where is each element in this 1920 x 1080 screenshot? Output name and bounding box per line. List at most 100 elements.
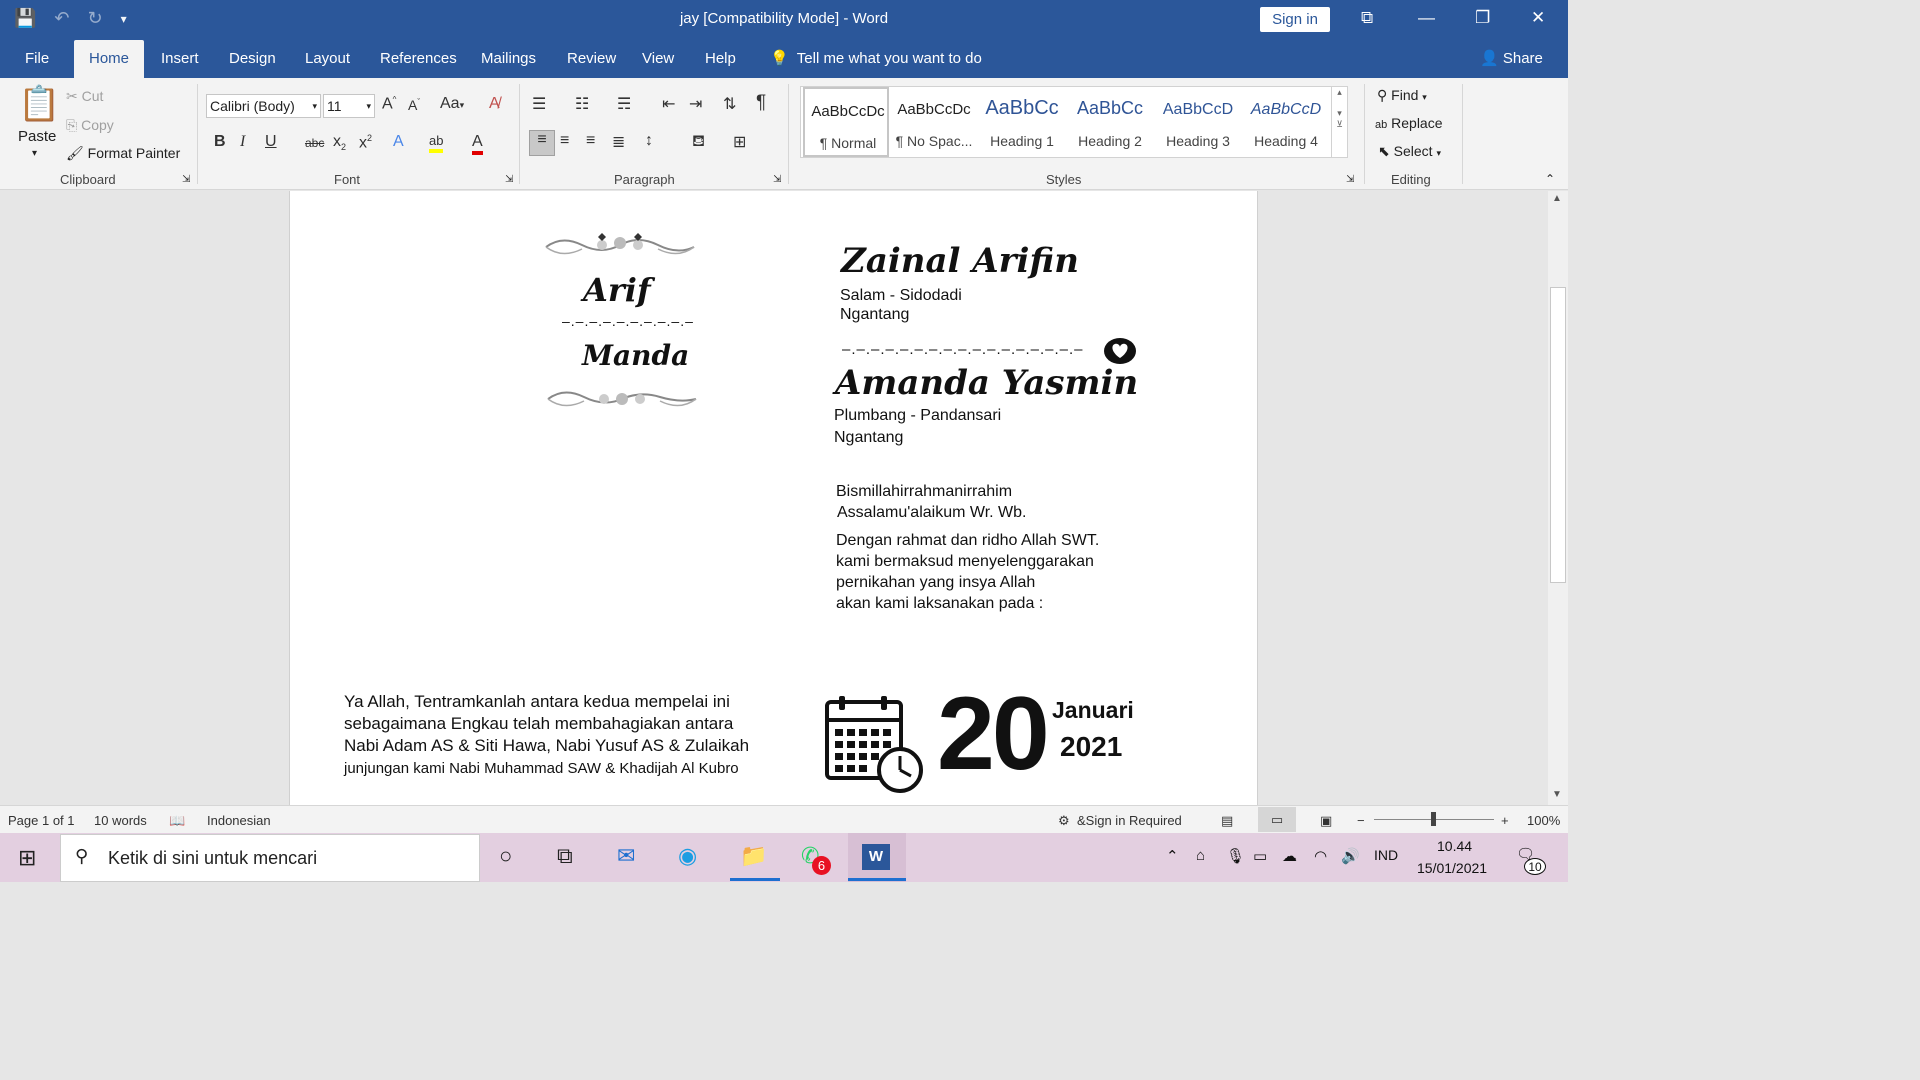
numbering-icon[interactable]: ☷ (575, 94, 589, 114)
print-layout-icon[interactable]: ▭ (1258, 807, 1296, 832)
task-view-icon[interactable]: ⧉ (557, 843, 573, 869)
tab-home[interactable]: Home (74, 40, 145, 78)
decrease-indent-icon[interactable]: ⇤ (662, 94, 675, 114)
font-launcher-icon[interactable]: ⇲ (505, 174, 513, 185)
style-heading-4[interactable]: AaBbCcD Heading 4 (1243, 87, 1329, 157)
show-formatting-icon[interactable]: ¶ (756, 92, 766, 114)
tab-view[interactable]: View (642, 40, 674, 78)
wifi-icon[interactable]: ◠ (1314, 847, 1327, 865)
styles-scroll[interactable]: ▴ ▾ ⊻ (1331, 87, 1347, 157)
close-icon[interactable]: ✕ (1531, 8, 1545, 28)
font-color-icon[interactable]: A (472, 133, 483, 155)
zoom-slider-thumb[interactable] (1431, 812, 1436, 826)
align-right-icon[interactable]: ≡ (586, 132, 595, 150)
align-center-icon[interactable]: ≡ (560, 132, 569, 150)
text-effects-icon[interactable]: A (393, 133, 404, 151)
line-spacing-icon[interactable]: ↕ (645, 132, 653, 150)
align-left-icon[interactable]: ≡ (529, 130, 555, 156)
vertical-scrollbar[interactable]: ▲ ▼ (1548, 191, 1568, 805)
grow-font-icon[interactable]: A^ (382, 95, 396, 113)
styles-launcher-icon[interactable]: ⇲ (1346, 174, 1354, 185)
sign-in-button[interactable]: Sign in (1260, 7, 1330, 32)
tab-help[interactable]: Help (705, 40, 736, 78)
paste-icon[interactable]: 📋 (18, 84, 60, 124)
italic-icon[interactable]: I (240, 133, 245, 151)
tab-references[interactable]: References (380, 40, 457, 78)
word-taskbar-button[interactable]: W (848, 833, 906, 882)
file-explorer-icon[interactable]: 📁 (740, 843, 767, 869)
style-normal[interactable]: AaBbCcDc ¶ Normal (803, 87, 889, 157)
shading-icon[interactable]: ⛾ (692, 132, 705, 152)
windows-start-icon[interactable]: ⊞ (18, 845, 36, 871)
font-name-dropdown[interactable]: Calibri (Body) ▾ (206, 94, 321, 118)
style-no-spacing[interactable]: AaBbCcDc ¶ No Spac... (891, 87, 977, 157)
clear-formatting-icon[interactable]: A̸ (489, 95, 500, 113)
microphone-icon[interactable]: 🎙 (1226, 847, 1245, 865)
tab-mailings[interactable]: Mailings (481, 40, 536, 78)
cut-button[interactable]: ✂ Cut (66, 88, 103, 105)
style-heading-2[interactable]: AaBbCc Heading 2 (1067, 87, 1153, 157)
minimize-icon[interactable]: — (1418, 8, 1435, 28)
collapse-ribbon-icon[interactable]: ⌃ (1545, 172, 1555, 186)
zoom-in-icon[interactable]: + (1501, 813, 1509, 828)
change-case-button[interactable]: Aa▾ (440, 95, 464, 113)
format-painter-button[interactable]: 🖌 Format Painter (66, 145, 180, 162)
scroll-down-icon[interactable]: ▼ (1552, 789, 1562, 800)
mail-icon[interactable]: ✉ (617, 843, 635, 869)
read-mode-icon[interactable]: ▤ (1221, 813, 1233, 829)
web-layout-icon[interactable]: ▣ (1320, 813, 1332, 829)
paste-button[interactable]: Paste (18, 128, 56, 145)
proofing-icon[interactable]: 📖 (169, 813, 185, 829)
multilevel-list-icon[interactable]: ☴ (617, 94, 631, 114)
tell-me-search[interactable]: 💡 Tell me what you want to do (770, 40, 982, 78)
bullets-icon[interactable]: ☰ (532, 94, 546, 114)
copy-button[interactable]: ⎘ Copy (66, 117, 114, 134)
onedrive-icon[interactable]: ☁ (1282, 847, 1297, 865)
borders-icon[interactable]: ⊞ (733, 132, 746, 152)
replace-button[interactable]: ab Replace (1375, 115, 1443, 131)
superscript-icon[interactable]: x2 (359, 133, 372, 152)
word-count[interactable]: 10 words (94, 813, 147, 828)
tab-layout[interactable]: Layout (305, 40, 350, 78)
input-language[interactable]: IND (1374, 847, 1398, 863)
volume-icon[interactable]: 🔊 (1341, 847, 1360, 865)
battery-icon[interactable]: ▭ (1253, 847, 1267, 865)
document-page[interactable]: Arif –.–.–.–.–.–.–.–.–.– Manda Zainal Ar… (289, 191, 1258, 805)
clipboard-launcher-icon[interactable]: ⇲ (182, 174, 190, 185)
tab-review[interactable]: Review (567, 40, 616, 78)
tab-design[interactable]: Design (229, 40, 276, 78)
style-heading-3[interactable]: AaBbCcD Heading 3 (1155, 87, 1241, 157)
page-count[interactable]: Page 1 of 1 (8, 813, 75, 828)
taskbar-search[interactable]: ⚲ Ketik di sini untuk mencari (60, 834, 480, 882)
restore-icon[interactable]: ❐ (1475, 8, 1490, 28)
scroll-up-icon[interactable]: ▲ (1552, 193, 1562, 204)
show-hidden-icons[interactable]: ⌃ (1166, 847, 1179, 865)
find-button[interactable]: ⚲ Find ▾ (1377, 87, 1427, 104)
ribbon-display-options-icon[interactable]: ⧉ (1361, 8, 1373, 28)
font-size-dropdown[interactable]: 11 ▾ (323, 94, 375, 118)
justify-icon[interactable]: ≣ (612, 132, 625, 152)
zoom-level[interactable]: 100% (1527, 813, 1560, 828)
zoom-out-icon[interactable]: − (1357, 813, 1365, 828)
highlight-icon[interactable]: ab (429, 133, 444, 153)
style-heading-1[interactable]: AaBbCc Heading 1 (979, 87, 1065, 157)
sort-icon[interactable]: ⇅ (723, 94, 736, 114)
language-indicator[interactable]: Indonesian (207, 813, 271, 828)
shrink-font-icon[interactable]: Aˇ (408, 97, 420, 113)
clock-date[interactable]: 15/01/2021 (1417, 860, 1487, 876)
device-icon[interactable]: ⌂ (1196, 847, 1205, 864)
increase-indent-icon[interactable]: ⇥ (689, 94, 702, 114)
underline-icon[interactable]: U (265, 133, 277, 151)
clock-time[interactable]: 10.44 (1437, 838, 1472, 854)
tab-insert[interactable]: Insert (161, 40, 199, 78)
paste-dropdown-icon[interactable]: ▾ (32, 148, 37, 159)
bold-icon[interactable]: B (214, 133, 226, 151)
sign-in-required[interactable]: &Sign in Required (1077, 813, 1182, 828)
tab-file[interactable]: File (25, 40, 49, 78)
subscript-icon[interactable]: x2 (333, 133, 346, 152)
paragraph-launcher-icon[interactable]: ⇲ (773, 174, 781, 185)
cortana-icon[interactable]: ○ (499, 843, 512, 869)
share-button[interactable]: 👤 Share (1480, 40, 1543, 78)
edge-icon[interactable]: ◉ (678, 843, 697, 869)
strikethrough-icon[interactable]: abc (305, 136, 324, 150)
